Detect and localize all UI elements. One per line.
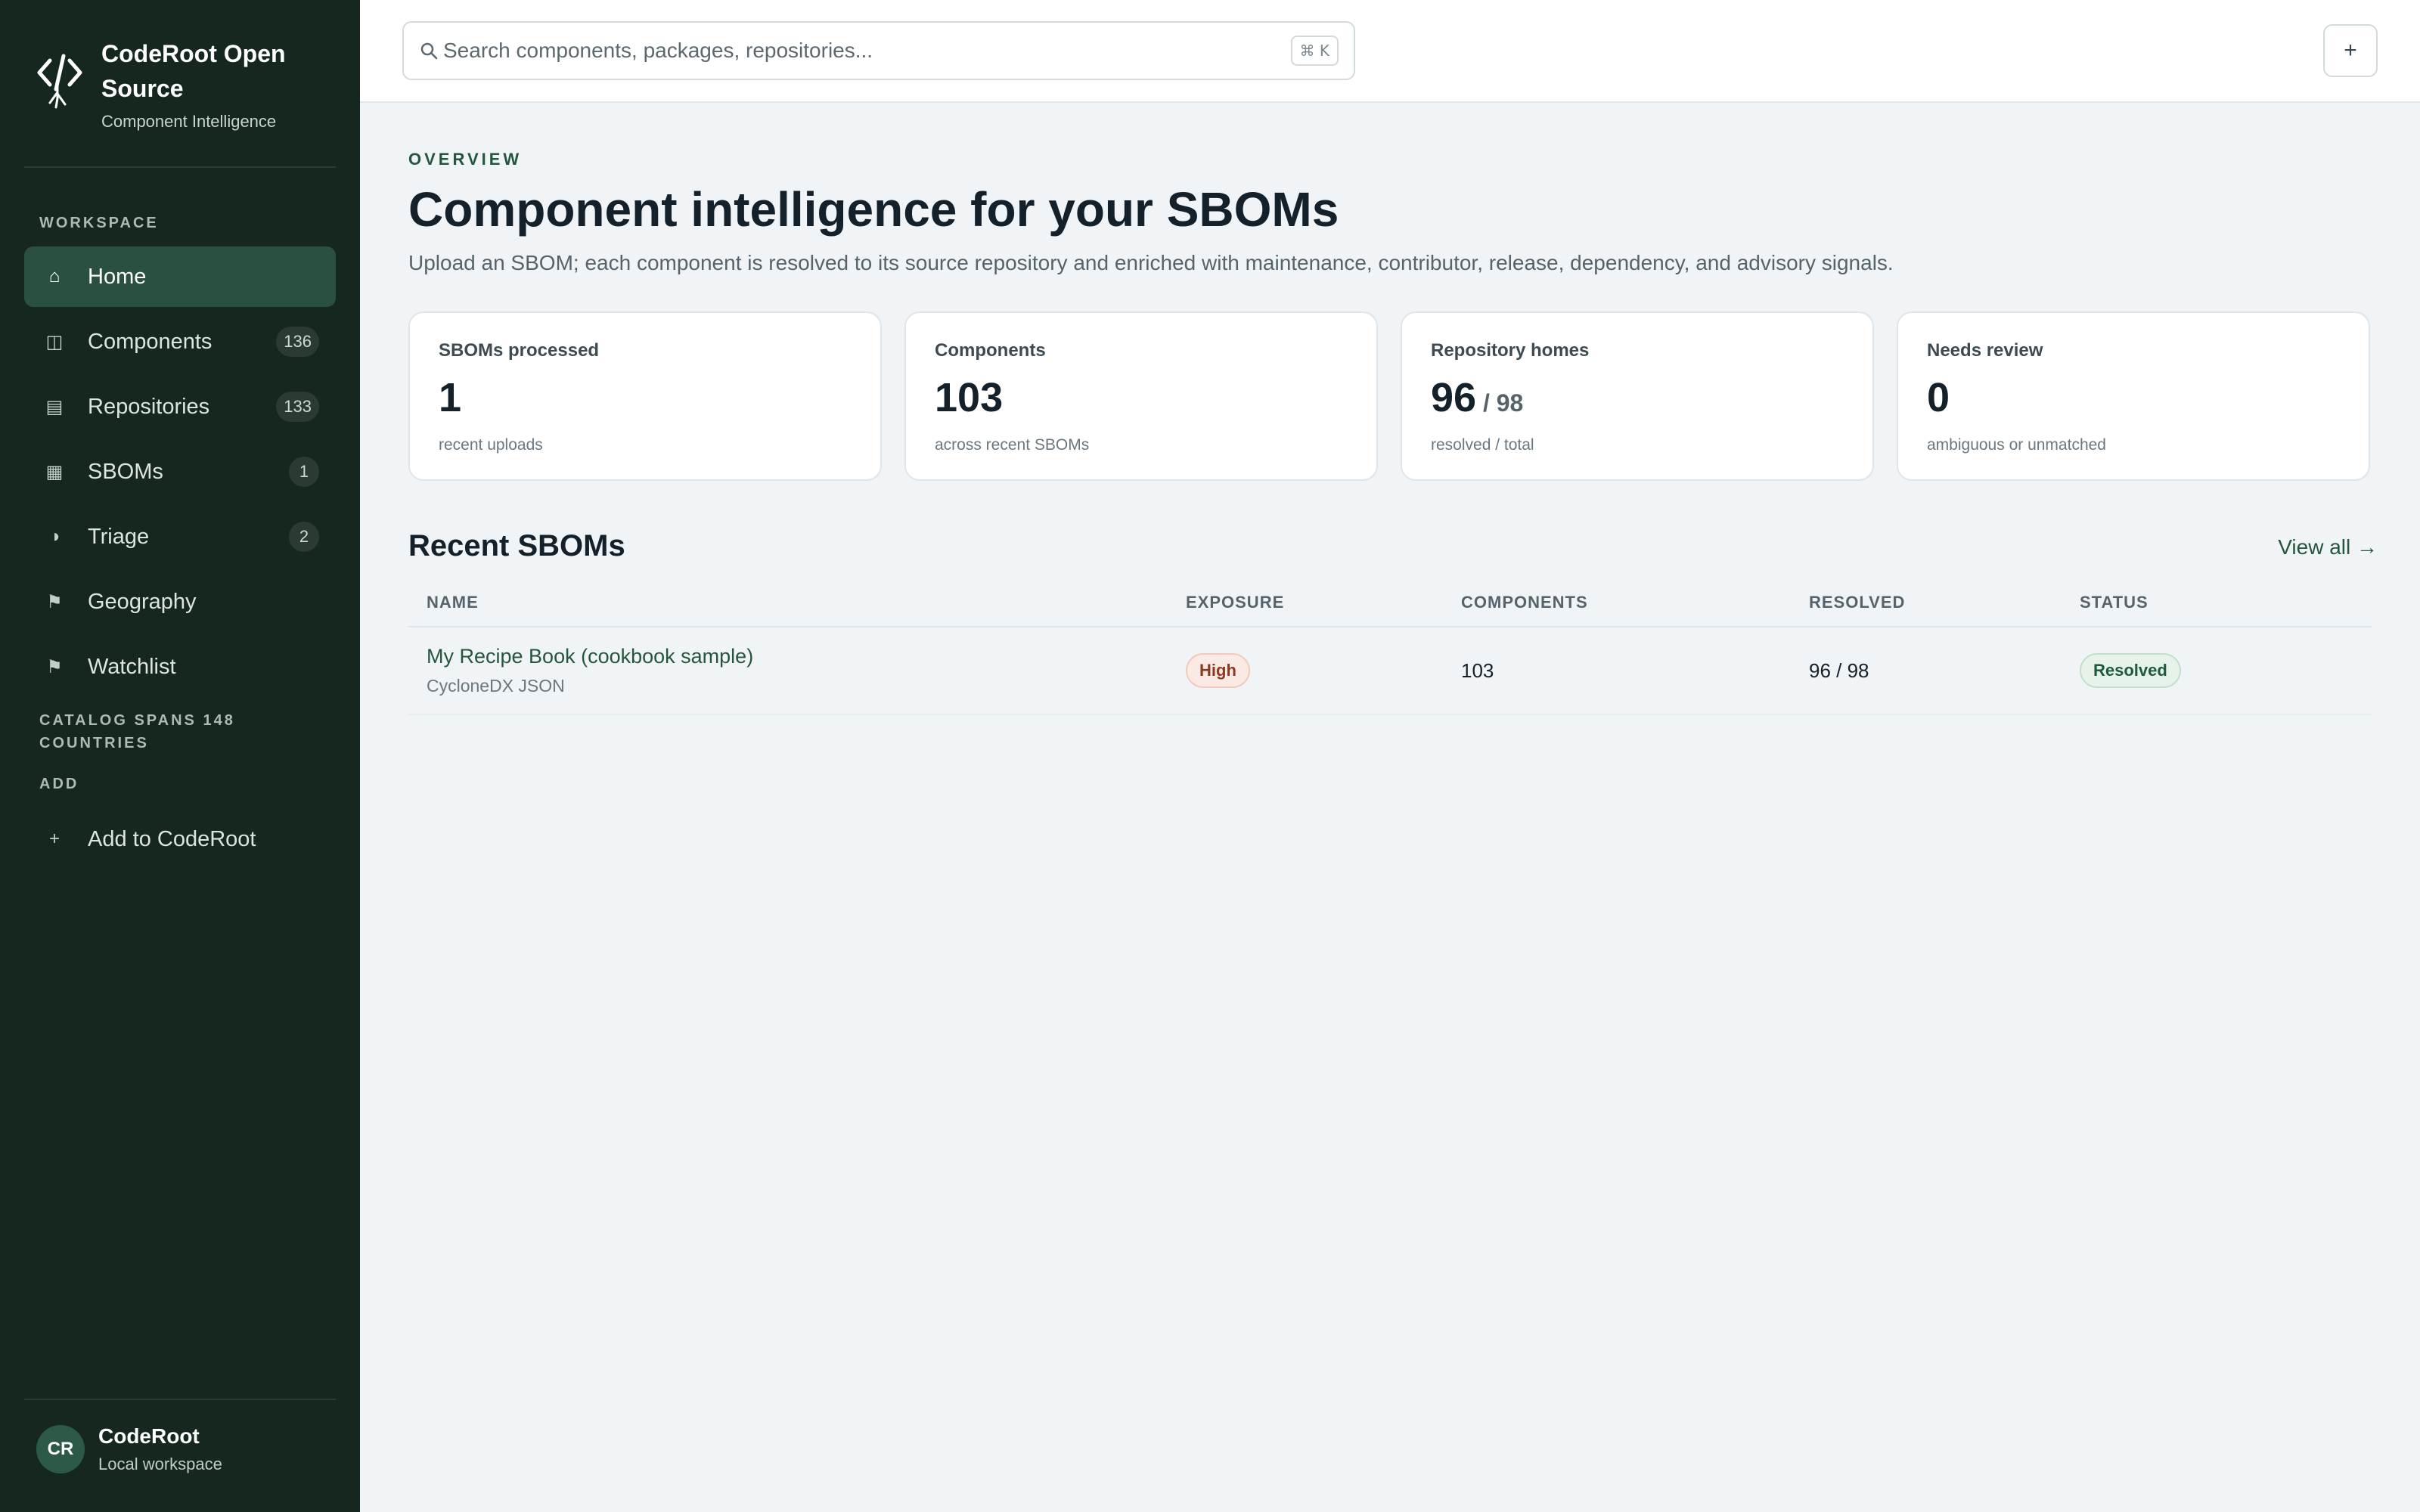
- sbom-name-link[interactable]: My Recipe Book (cookbook sample): [427, 645, 1186, 668]
- stat-label: Components: [935, 340, 1046, 361]
- stat-card-components: Components 103 across recent SBOMs: [904, 311, 1378, 481]
- components-cell: 103: [1461, 658, 1494, 682]
- stat-card-needs-review: Needs review 0 ambiguous or unmatched: [1897, 311, 2370, 481]
- recent-sboms-title: Recent SBOMs: [408, 529, 625, 562]
- brand-subtitle: Component Intelligence: [101, 112, 277, 131]
- sidebar-divider: [24, 1399, 336, 1400]
- count-badge: 136: [276, 327, 319, 357]
- home-icon: ⌂: [48, 266, 60, 287]
- triage-icon: ◑: [48, 526, 60, 547]
- view-all-link[interactable]: View all →: [2278, 535, 2378, 559]
- page-description: Upload an SBOM; each component is resolv…: [408, 251, 1894, 274]
- stat-label: SBOMs processed: [439, 340, 600, 361]
- page-title: Component intelligence for your SBOMs: [408, 182, 1339, 237]
- exposure-badge: High: [1186, 653, 1250, 688]
- stat-sub: across recent SBOMs: [935, 436, 1090, 454]
- user-name: CodeRoot: [98, 1424, 200, 1448]
- user-workspace: Local workspace: [98, 1455, 222, 1473]
- add-button[interactable]: +: [2323, 24, 2378, 77]
- overview-eyebrow: OVERVIEW: [408, 150, 523, 169]
- search-input[interactable]: [443, 39, 1291, 63]
- sidebar-item-label: Watchlist: [88, 654, 176, 679]
- add-section-label: ADD: [39, 776, 79, 792]
- count-badge: 1: [289, 457, 319, 487]
- sidebar-divider: [24, 166, 336, 168]
- sidebar: CodeRoot Open Source Component Intellige…: [0, 0, 360, 1512]
- column-header-resolved[interactable]: RESOLVED: [1809, 593, 2080, 612]
- column-header-exposure[interactable]: EXPOSURE: [1186, 593, 1461, 612]
- sidebar-item-repositories[interactable]: ▤ Repositories 133: [24, 376, 336, 437]
- sboms-icon: ▦: [45, 461, 64, 482]
- stat-card-repository-homes: Repository homes 96 / 98 resolved / tota…: [1401, 311, 1874, 481]
- brand[interactable]: CodeRoot Open Source Component Intellige…: [36, 36, 328, 132]
- sidebar-item-geography[interactable]: ⚑ Geography: [24, 572, 336, 632]
- stats-cards: SBOMs processed 1 recent uploads Compone…: [408, 311, 2370, 481]
- column-header-name[interactable]: NAME: [408, 593, 1186, 612]
- main-content: ⌘ K + OVERVIEW Component intelligence fo…: [360, 0, 2420, 1512]
- resolved-cell: 96 / 98: [1809, 658, 1869, 682]
- column-header-components[interactable]: COMPONENTS: [1461, 593, 1809, 612]
- sidebar-item-home[interactable]: ⌂ Home: [24, 246, 336, 307]
- sbom-format: CycloneDX JSON: [427, 676, 565, 696]
- recent-sboms-table: NAME EXPOSURE COMPONENTS RESOLVED STATUS…: [408, 579, 2372, 715]
- exposure-cell: High: [1186, 653, 1461, 688]
- sidebar-item-label: Add to CodeRoot: [88, 826, 256, 851]
- column-header-status[interactable]: STATUS: [2080, 593, 2372, 612]
- stat-value: 1: [439, 375, 462, 420]
- table-header: NAME EXPOSURE COMPONENTS RESOLVED STATUS: [408, 579, 2372, 627]
- stat-label: Needs review: [1927, 340, 2043, 361]
- flag-icon: ⚑: [46, 591, 63, 612]
- coderoot-logo-icon: [37, 54, 82, 109]
- count-badge: 2: [289, 522, 319, 552]
- sidebar-item-label: Triage: [88, 524, 150, 549]
- sidebar-item-label: Home: [88, 264, 147, 289]
- stat-value: 103: [935, 375, 1004, 420]
- sidebar-item-label: Geography: [88, 589, 197, 614]
- components-icon: ◫: [45, 331, 64, 352]
- flag-icon: ⚑: [46, 656, 63, 677]
- user-profile[interactable]: CR CodeRoot Local workspace: [36, 1424, 222, 1474]
- sidebar-item-triage[interactable]: ◑ Triage 2: [24, 507, 336, 567]
- stat-label: Repository homes: [1431, 340, 1590, 361]
- search-box[interactable]: ⌘ K: [402, 21, 1355, 80]
- stat-sub: ambiguous or unmatched: [1927, 436, 2106, 454]
- stat-value: 0: [1927, 375, 1950, 420]
- status-badge: Resolved: [2080, 653, 2181, 688]
- topbar: ⌘ K +: [360, 0, 2420, 103]
- sbom-name-cell: My Recipe Book (cookbook sample) Cyclone…: [408, 645, 1186, 696]
- table-row[interactable]: My Recipe Book (cookbook sample) Cyclone…: [408, 627, 2372, 715]
- stat-value: 96 / 98: [1431, 375, 1524, 420]
- sidebar-item-components[interactable]: ◫ Components 136: [24, 311, 336, 372]
- stat-sub: resolved / total: [1431, 436, 1534, 454]
- sidebar-item-add-to-coderoot[interactable]: + Add to CodeRoot: [24, 809, 336, 869]
- repositories-icon: ▤: [45, 396, 64, 417]
- search-icon: [420, 42, 438, 60]
- stat-sub: recent uploads: [439, 436, 543, 454]
- workspace-section-label: WORKSPACE: [39, 215, 159, 231]
- status-cell: Resolved: [2080, 653, 2372, 688]
- catalog-note: CATALOG SPANS 148 COUNTRIES: [39, 712, 235, 751]
- count-badge: 133: [276, 392, 319, 422]
- sidebar-item-label: SBOMs: [88, 459, 163, 484]
- shortcut-hint: ⌘ K: [1290, 36, 1339, 66]
- sidebar-item-watchlist[interactable]: ⚑ Watchlist: [24, 637, 336, 697]
- plus-icon: +: [48, 829, 60, 849]
- sidebar-item-label: Components: [88, 329, 213, 354]
- sidebar-item-label: Repositories: [88, 394, 210, 419]
- stat-card-sboms-processed: SBOMs processed 1 recent uploads: [408, 311, 882, 481]
- avatar: CR: [36, 1425, 85, 1473]
- sidebar-item-sboms[interactable]: ▦ SBOMs 1: [24, 442, 336, 502]
- brand-name: CodeRoot Open Source: [101, 40, 286, 102]
